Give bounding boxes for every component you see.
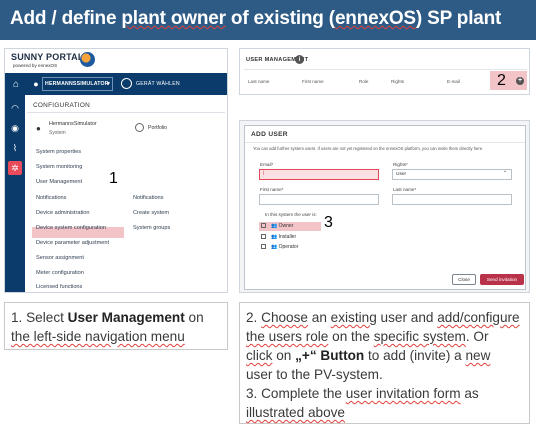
caption-right-text: 2. Choose an existing user and add/confi… (246, 310, 520, 420)
plant-name: HermannsSimulator (49, 121, 97, 127)
add-user-dialog: ADD USER You can add further system user… (244, 125, 526, 290)
pulse-icon[interactable]: ⌇ (8, 141, 22, 155)
column-email[interactable]: E-mail (447, 79, 460, 84)
first-name-field[interactable] (259, 194, 379, 205)
rights-value: User (396, 172, 407, 177)
menu-item-create-system[interactable]: Create system (133, 210, 169, 216)
dashboard-icon[interactable]: ◠ (8, 101, 22, 115)
menu-item-device-administration[interactable]: Device administration (36, 210, 89, 216)
menu-item-device-parameter-adjustment[interactable]: Device parameter adjustment (36, 240, 109, 246)
divider (245, 142, 525, 143)
users-icon: 👥 (271, 244, 279, 250)
menu-item-portfolio-notifications[interactable]: Notifications (133, 195, 163, 201)
title-banner: Add / define plant owner of existing (en… (0, 0, 536, 40)
eye-icon[interactable]: ◉ (8, 121, 22, 135)
add-user-button[interactable]: + (516, 77, 524, 85)
column-rights[interactable]: Rights (391, 79, 404, 84)
email-field[interactable] (259, 169, 379, 180)
device-selector[interactable]: GERÄT WÄHLEN (136, 81, 180, 87)
plant-selector-label: HERMANNSSIMULATOR (45, 81, 109, 87)
menu-item-notifications[interactable]: Notifications (36, 195, 66, 201)
device-icon[interactable] (121, 78, 132, 89)
user-management-screenshot: USER MANAGEMENT i Last name First name R… (239, 48, 530, 95)
logo-subtitle: powered by ennexOS (13, 63, 58, 68)
menu-item-sensor-assignment[interactable]: Sensor assignment (36, 255, 84, 261)
menu-item-system-properties[interactable]: System properties (36, 149, 81, 155)
rights-select[interactable] (392, 169, 512, 180)
info-icon[interactable]: i (295, 55, 304, 64)
caption-left: 1. Select User Management on the left-si… (4, 302, 228, 350)
home-icon[interactable]: ⌂ (8, 76, 24, 92)
step-1-marker: 1 (109, 170, 118, 187)
email-label: Email* (260, 162, 274, 167)
checkbox[interactable] (261, 244, 266, 250)
portfolio-label: Portfolio (148, 125, 168, 131)
menu-item-user-management[interactable]: User Management (36, 179, 82, 185)
sunny-portal-logo: SUNNY PORTAL (11, 52, 84, 62)
portal-screenshot: SUNNY PORTAL powered by ennexOS ⌂ ● HERM… (4, 48, 228, 293)
step-2-marker: 2 (497, 72, 506, 89)
menu-item-meter-configuration[interactable]: Meter configuration (36, 270, 84, 276)
step-3-marker: 3 (324, 214, 333, 231)
settings-icon[interactable]: ✲ (8, 161, 22, 175)
caption-left-text: 1. Select User Management on the left-si… (11, 310, 204, 344)
rights-label: Rights* (393, 162, 408, 167)
users-icon: 👥 (271, 223, 279, 229)
column-first-name[interactable]: First name (302, 79, 324, 84)
menu-item-device-system-configuration[interactable]: Device system configuration (36, 225, 106, 231)
globe-icon (135, 123, 144, 132)
divider (244, 69, 527, 70)
side-nav: ◠ ◉ ⌇ ✲ (5, 95, 25, 292)
checkbox[interactable] (261, 223, 266, 229)
caption-right: 2. Choose an existing user and add/confi… (239, 302, 530, 424)
divider (27, 112, 225, 113)
users-icon: 👥 (271, 234, 279, 240)
chevron-down-icon: ▼ (106, 81, 111, 87)
portal-header: SUNNY PORTAL powered by ennexOS (5, 49, 227, 73)
plant-type: System (49, 130, 66, 136)
dialog-title: ADD USER (251, 131, 288, 138)
role-owner[interactable]: 👥 Owner (261, 223, 293, 229)
plant-pin-icon: ● (36, 124, 41, 133)
menu-item-system-monitoring[interactable]: System monitoring (36, 164, 82, 170)
configuration-title: CONFIGURATION (33, 102, 91, 109)
first-name-label: First name* (260, 187, 284, 192)
role-question: In this system the user is: (265, 212, 317, 217)
role-installer[interactable]: 👥 Installer (261, 234, 296, 240)
location-pin-icon: ● (33, 79, 39, 89)
portal-nav-bar: ⌂ ● HERMANNSSIMULATOR ▼ GERÄT WÄHLEN (5, 73, 227, 95)
chevron-down-icon: ⌄ (503, 169, 508, 174)
column-last-name[interactable]: Last name (248, 79, 269, 84)
page-title: Add / define plant owner of existing (en… (10, 8, 502, 29)
last-name-label: Last name* (393, 187, 417, 192)
email-caret: | (263, 171, 265, 176)
sma-logo-icon (80, 52, 95, 67)
dialog-description: You can add further system users. If use… (253, 146, 484, 151)
close-button[interactable]: Close (452, 274, 476, 285)
column-role[interactable]: Role (359, 79, 368, 84)
menu-item-licensed-functions[interactable]: Licensed functions (36, 284, 82, 290)
last-name-field[interactable] (392, 194, 512, 205)
send-invitation-button[interactable]: Send invitation (480, 274, 524, 285)
menu-item-system-groups[interactable]: System groups (133, 225, 170, 231)
add-user-screenshot: ADD USER You can add further system user… (239, 120, 530, 293)
checkbox[interactable] (261, 234, 266, 240)
role-operator[interactable]: 👥 Operator (261, 244, 298, 250)
